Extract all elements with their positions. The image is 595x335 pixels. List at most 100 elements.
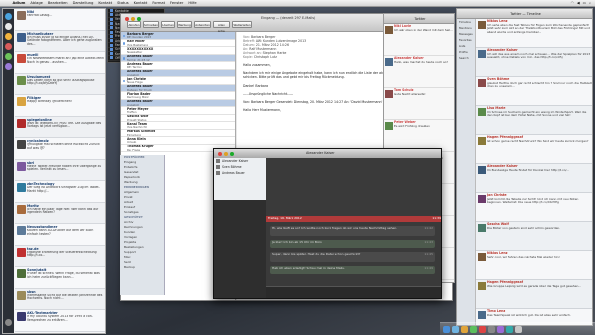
tweet-item[interactable]: Fiikiger Happy Birthday @kuertchen!: [15, 95, 105, 117]
search-icon[interactable]: [5, 63, 12, 70]
tweet-text: Interessante Sicht auf die letzten Jahrz…: [27, 293, 103, 301]
tweet-item[interactable]: Niklas Lenz Ich sehe eben die fast Tatoos…: [476, 19, 592, 48]
avatar: [477, 166, 486, 174]
tweet-item[interactable]: Sonnjutalt Früher ist schnell. Wenn Frage…: [15, 267, 105, 289]
settings-icon[interactable]: [488, 325, 495, 333]
avatar: [216, 171, 220, 175]
compose-icon[interactable]: [5, 13, 12, 20]
tweet-text: Meine Twitter-Freunde haben ihre Übergän…: [27, 164, 102, 172]
message-row[interactable]: Andreas Bauer Termin 21.03.12: [121, 54, 235, 62]
menu-item[interactable]: Darstellung: [70, 1, 96, 5]
tweet-item[interactable]: Michaelkutzer Ich muss zuvor ja so einige…: [15, 30, 105, 52]
tweet-item[interactable]: spiegelonline Jetzt ist TelekomLTE! Plus:…: [15, 116, 105, 138]
mail-app-icon[interactable]: [452, 325, 459, 333]
tweet-item[interactable]: Hagen Pfenniggraaf Ist schon gerne recht …: [476, 135, 592, 164]
message-row[interactable]: Andreas Bauer RE: Termin: [121, 62, 235, 70]
tweet-item[interactable]: muelli Ein Newsfeedsem markt an! Jap eine…: [15, 52, 105, 74]
spotlight-icon[interactable]: ⌕: [589, 1, 591, 5]
menu-item[interactable]: Fenster: [168, 1, 186, 5]
chat-app-icon[interactable]: [470, 325, 477, 333]
tweet-item[interactable]: Ursulamurat Das Leben kann so gut sein! #…: [15, 73, 105, 95]
tweet-item[interactable]: sbsn Interessante Sicht auf die letzten J…: [15, 288, 105, 310]
nav-item[interactable]: Search: [457, 55, 475, 61]
tweet-item[interactable]: Sascha Wolf Die Bilder von gestern sind s…: [476, 222, 592, 251]
message-row[interactable]: Markus Schmidt Einladung: [121, 130, 235, 137]
tweet-item[interactable]: Lisa Marie Im Schnee im Sucheim gemacht e…: [476, 106, 592, 135]
twitter-mid-title: Twitter: [414, 17, 426, 21]
tweet-item[interactable]: Alexander Kaiser Ich will das aus einem n…: [476, 48, 592, 77]
avatar: [16, 161, 26, 171]
menu-item[interactable]: Kontakt: [131, 1, 150, 5]
message-row[interactable]: Peter Meyer Treffen: [121, 107, 235, 115]
message-row[interactable]: Andreas Bauer Dateien für Druck: [121, 84, 235, 92]
reply-button[interactable]: Antworten: [194, 21, 211, 28]
tweet-text: Das Leben kann so gut sein! #Alltagspaus…: [27, 78, 95, 86]
message-row[interactable]: Anna Klein Urlaub: [121, 137, 235, 145]
minimize-icon[interactable]: [224, 151, 228, 156]
message-row[interactable]: Ralf Miller Ihre Bestellung: [121, 40, 235, 47]
volume-icon[interactable]: ◀: [577, 1, 580, 5]
calendar-icon[interactable]: [479, 325, 486, 333]
trash-icon[interactable]: [515, 325, 522, 333]
menu-item[interactable]: Kontakt: [96, 1, 115, 5]
message-row[interactable]: Kanal Team Ihre Nachricht: [121, 122, 235, 130]
menu-item[interactable]: Hilfe: [186, 1, 199, 5]
music-icon[interactable]: [497, 325, 504, 333]
zoom-icon[interactable]: [230, 151, 234, 156]
mentions-icon[interactable]: [5, 33, 12, 40]
tweet-item[interactable]: Alexander Kaiser Im Bundesliga Heute find…: [476, 164, 592, 193]
get-mail-button[interactable]: Abrufen: [127, 21, 141, 28]
tweet-item[interactable]: Jan Christe Jetzt kommt die Tabelle zur S…: [476, 193, 592, 222]
compose-button[interactable]: Schreiben: [143, 21, 159, 28]
tweet-item[interactable]: Niki Lavie Ich wär oben in der Wand mit d…: [384, 24, 454, 56]
tweet-text: Kaufen dann 3D-Drucker auf dem wir Buch …: [27, 229, 94, 236]
close-icon[interactable]: [218, 151, 222, 156]
menu-item[interactable]: Ablage: [28, 1, 45, 5]
wifi-icon[interactable]: ◠: [571, 1, 574, 5]
lists-icon[interactable]: [5, 53, 12, 60]
avatar: [16, 204, 26, 214]
tweet-item[interactable]: Alexander Kaiser Hallo, was machst du heu…: [384, 56, 454, 88]
menu-item[interactable]: Format: [150, 1, 168, 5]
avatar: [477, 253, 486, 261]
message-row[interactable]: Andreas Bauer Angebot: [121, 69, 235, 77]
message-row[interactable]: Jan Christe Neue Folge: [121, 77, 235, 85]
tweet-item[interactable]: AKL-Textmarkter If my Ubuntu system 2013 …: [15, 310, 105, 332]
mailbox-item[interactable]: Backup: [120, 265, 164, 270]
home-icon[interactable]: [5, 23, 12, 30]
message-row[interactable]: Florian Bader Rechnung März: [121, 92, 235, 100]
tweet-item[interactable]: Nexusstandlmer Kaufen dann 3D-Drucker auf…: [15, 224, 105, 246]
junk-button[interactable]: Werbung: [177, 21, 192, 28]
tweet-item[interactable]: Hagen Pfenniggraaf Wie Gruppe Leipzig wir…: [476, 280, 592, 309]
browser-icon[interactable]: [461, 325, 468, 333]
tweet-item[interactable]: Sven Böhme glaubst Hertha doch gar nicht …: [476, 77, 592, 106]
tweet-item[interactable]: sbrl Meine Twitter-Freunde haben ihre Übe…: [15, 159, 105, 181]
menu-app[interactable]: Adium: [10, 1, 28, 5]
tweet-item[interactable]: Tom Schulz Gute Nacht allerseits!: [384, 88, 454, 120]
tweet-item[interactable]: taz.de Ergänzte Erörterung der Steuerents…: [15, 245, 105, 267]
chat-contact[interactable]: Andreas Bauer: [214, 170, 266, 176]
tweet-item[interactable]: cynicalmoiz @fluxgate mal schlafen ohne R…: [15, 138, 105, 160]
chat-input[interactable]: [266, 286, 441, 298]
settings-icon[interactable]: [5, 319, 12, 326]
menu-item[interactable]: Status: [115, 1, 131, 5]
message-row[interactable]: Andreas Bauer Angebot: [121, 99, 235, 107]
tweet-item[interactable]: Moritz Ich hätte ein paar Tage hier. Wer …: [15, 202, 105, 224]
timeline-titlebar: Twitter — Timeline: [457, 9, 592, 19]
tweet-item[interactable]: Niklas Lenz Sehr cool, wir fahren das näc…: [476, 251, 592, 280]
reply-all-button[interactable]: Allen antw.: [213, 21, 230, 33]
message-row[interactable]: XXXXXXXXXXX Newsletter: [121, 47, 235, 55]
tweet-item[interactable]: zbnTechnology Der Sieg ist Android's sinn…: [15, 181, 105, 203]
battery-icon[interactable]: ▭: [583, 1, 586, 5]
finder-icon[interactable]: [443, 325, 450, 333]
tweet-item[interactable]: Niki Fahrrad Lässig...: [15, 9, 105, 31]
message-row[interactable]: Sascha Wolf Projekt Status: [121, 115, 235, 122]
twitter-app-icon[interactable]: [506, 325, 513, 333]
message-row[interactable]: Barbara Berger RE: Kunden 2013: [121, 32, 235, 40]
messages-icon[interactable]: [5, 43, 12, 50]
menu-item[interactable]: Bearbeiten: [45, 1, 70, 5]
avatar: [477, 224, 486, 232]
forward-button[interactable]: Weiterleiten: [232, 21, 252, 28]
tweet-text: Jetzt ist TelekomLTE! Plus: Tee- Die Aus…: [27, 121, 102, 129]
delete-button[interactable]: Löschen: [161, 21, 175, 28]
